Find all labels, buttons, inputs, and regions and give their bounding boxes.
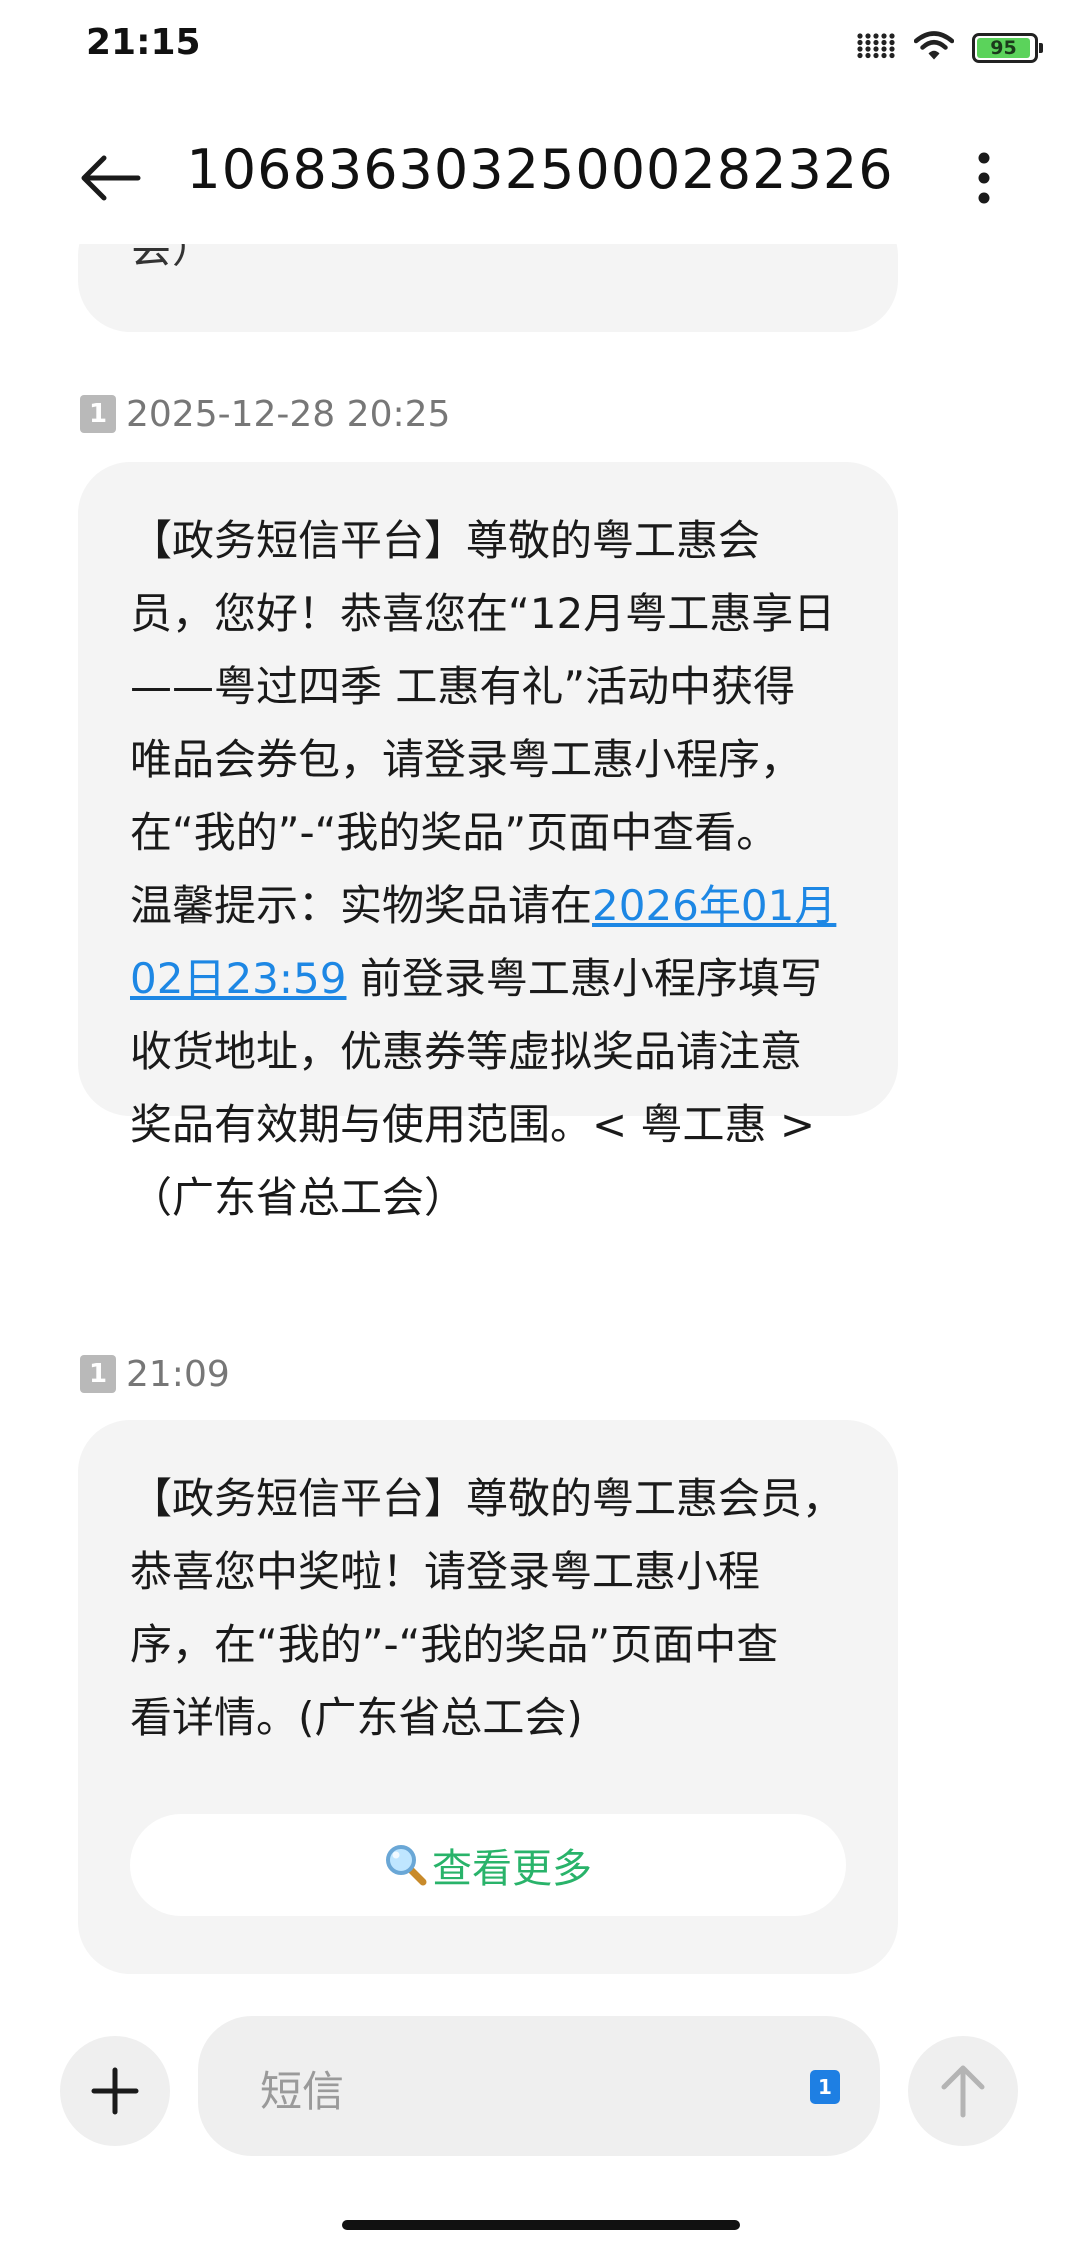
message-text-part: 【政务短信平台】尊敬的粤工惠会 员，您好！恭喜您在“12月粤工惠享日 ——粤过四… <box>130 516 836 930</box>
wifi-icon <box>913 30 955 66</box>
view-more-button[interactable]: 查看更多 <box>130 1814 846 1916</box>
sms-input-placeholder: 短信 <box>260 2067 345 2116</box>
sim-select-button[interactable]: 1 <box>810 2070 840 2104</box>
message-bubble[interactable]: 【政务短信平台】尊敬的粤工惠会员， 恭喜您中奖啦！请登录粤工惠小程 序，在“我的… <box>78 1420 898 1974</box>
sms-input[interactable]: 短信 1 <box>198 2016 880 2156</box>
message-text: 【政务短信平台】尊敬的粤工惠会员， 恭喜您中奖啦！请登录粤工惠小程 序，在“我的… <box>130 1474 845 1742</box>
arrow-left-icon <box>81 155 141 201</box>
status-bar: 21:15 95 <box>0 0 1080 96</box>
message-meta: 1 2025-12-28 20:25 <box>80 392 450 436</box>
message-meta: 1 21:09 <box>80 1352 230 1396</box>
message-text: 【政务短信平台】尊敬的粤工惠会 员，您好！恭喜您在“12月粤工惠享日 ——粤过四… <box>130 504 846 1234</box>
add-attachment-button[interactable] <box>60 2036 170 2146</box>
conversation-header: 1068363032500028​2326 <box>0 120 1080 236</box>
message-timestamp: 2025-12-28 20:25 <box>126 393 451 435</box>
sim-badge: 1 <box>80 1355 116 1393</box>
magnifier-icon <box>386 1845 427 1886</box>
battery-icon: 95 <box>972 33 1043 63</box>
page-title: 1068363032500028​2326 <box>186 138 894 201</box>
home-indicator[interactable] <box>342 2220 740 2230</box>
message-timestamp: 21:09 <box>126 1353 230 1395</box>
send-button[interactable] <box>908 2036 1018 2146</box>
battery-level: 95 <box>990 36 1017 59</box>
message-text: 会） <box>130 244 215 272</box>
signal-icon <box>856 32 896 64</box>
status-time: 21:15 <box>86 22 201 63</box>
more-vertical-icon <box>978 152 990 204</box>
sim-badge: 1 <box>80 395 116 433</box>
status-icons: 95 <box>856 30 1043 66</box>
view-more-label: 查看更多 <box>432 1846 592 1892</box>
back-button[interactable] <box>72 140 148 216</box>
composer: 短信 1 <box>0 2016 1080 2166</box>
arrow-up-icon <box>941 2065 985 2118</box>
message-bubble[interactable]: 【政务短信平台】尊敬的粤工惠会 员，您好！恭喜您在“12月粤工惠享日 ——粤过四… <box>78 462 898 1222</box>
more-options-button[interactable] <box>954 140 1014 216</box>
message-list[interactable]: 会） 1 2025-12-28 20:25 【政务短信平台】尊敬的粤工惠会 员，… <box>0 244 1080 1984</box>
plus-icon <box>91 2067 139 2115</box>
message-bubble[interactable]: 会） <box>78 244 898 332</box>
